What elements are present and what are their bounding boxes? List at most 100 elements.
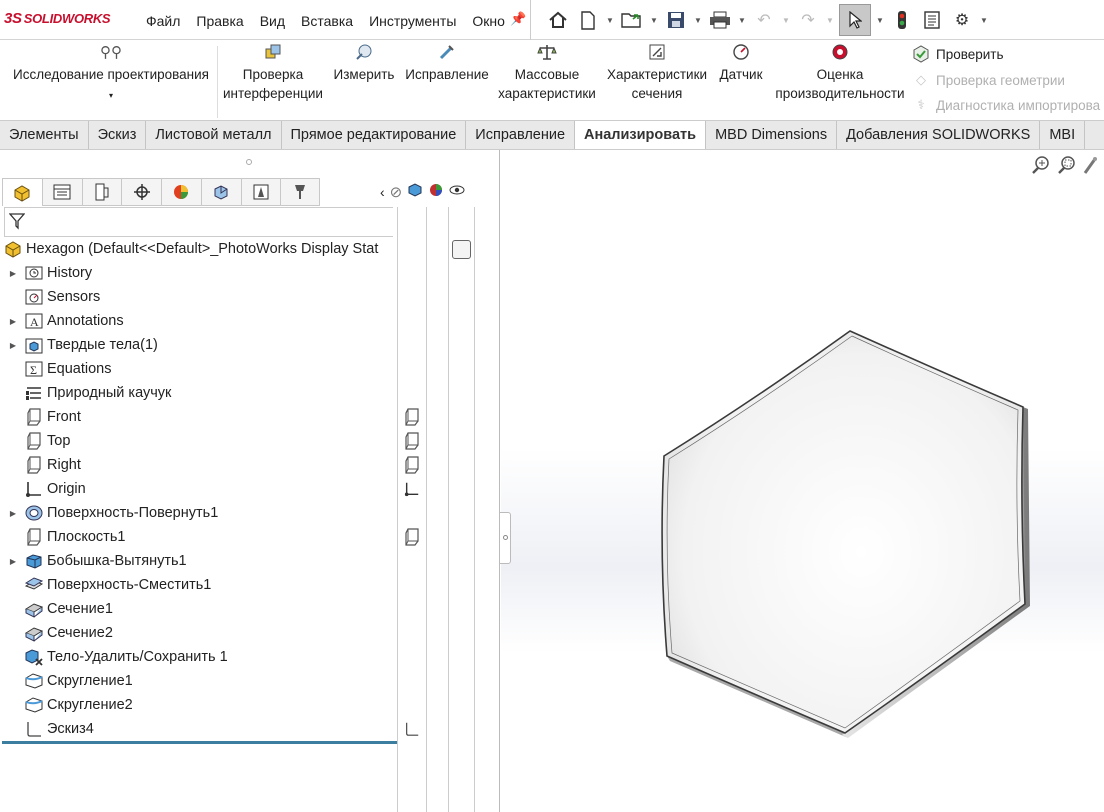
- pin-icon[interactable]: 📌: [510, 11, 526, 27]
- chevron-left-icon[interactable]: ‹: [380, 184, 385, 200]
- menu-file[interactable]: Файл: [146, 13, 180, 29]
- tab-direct-editing[interactable]: Прямое редактирование: [282, 121, 467, 149]
- repair-button[interactable]: Исправление: [403, 40, 491, 84]
- menu-insert[interactable]: Вставка: [301, 13, 353, 29]
- tree-item[interactable]: Тело-Удалить/Сохранить 1: [0, 645, 397, 669]
- mass-properties-button[interactable]: Массовые характеристики: [496, 40, 598, 103]
- chevron-down-icon[interactable]: ▼: [825, 16, 835, 25]
- chevron-down-icon[interactable]: ▼: [979, 16, 989, 25]
- open-folder-icon[interactable]: [619, 7, 645, 33]
- menu-window[interactable]: Окно: [472, 13, 505, 29]
- tree-item[interactable]: Сечение1: [0, 597, 397, 621]
- tree-filter-box[interactable]: [4, 207, 393, 237]
- sensor-button[interactable]: Датчик: [716, 40, 766, 84]
- interference-check-button[interactable]: Проверка интерференции: [220, 40, 326, 103]
- dimxpert-tab-icon[interactable]: [121, 178, 161, 206]
- section-properties-button[interactable]: Характеристики сечения: [603, 40, 711, 103]
- gear-icon[interactable]: ⚙: [949, 7, 975, 33]
- tree-item[interactable]: ▶ Поверхность-Повернуть1: [0, 501, 397, 525]
- expand-arrow-icon[interactable]: ▶: [7, 317, 19, 326]
- root-state-toggle[interactable]: [452, 240, 471, 259]
- tab-evaluate[interactable]: Анализировать: [575, 121, 707, 149]
- column-origin-icon[interactable]: [404, 479, 420, 499]
- tree-item[interactable]: ▶ History: [0, 261, 397, 285]
- expand-arrow-icon[interactable]: ▶: [7, 341, 19, 350]
- tab-sketch[interactable]: Эскиз: [89, 121, 147, 149]
- tree-item[interactable]: Right: [0, 453, 397, 477]
- tab-sheet-metal[interactable]: Листовой металл: [146, 121, 282, 149]
- solidworks-logo[interactable]: 3S SOLIDWORKS: [4, 10, 111, 27]
- configuration-manager-tab-icon[interactable]: [81, 178, 122, 206]
- hide-show-icon[interactable]: ⊘: [390, 183, 403, 201]
- tree-item[interactable]: Эскиз4: [0, 717, 397, 741]
- display-manager-tab-icon[interactable]: [161, 178, 201, 206]
- chevron-down-icon[interactable]: ▾: [8, 86, 214, 105]
- design-study-button[interactable]: ⚲⚲ Исследование проектирования ▾: [8, 40, 214, 105]
- graphics-viewport[interactable]: [499, 150, 1104, 812]
- tab-mbd[interactable]: MBI: [1040, 121, 1086, 149]
- chevron-down-icon[interactable]: ▼: [781, 16, 791, 25]
- menu-edit[interactable]: Правка: [196, 13, 243, 29]
- tree-item[interactable]: Sensors: [0, 285, 397, 309]
- tool-holder-tab-icon[interactable]: [280, 178, 320, 206]
- column-plane-icon[interactable]: [404, 527, 420, 547]
- print-icon[interactable]: [707, 7, 733, 33]
- menu-view[interactable]: Вид: [260, 13, 285, 29]
- menu-tools[interactable]: Инструменты: [369, 13, 456, 29]
- column-plane-icon[interactable]: [404, 407, 420, 427]
- chevron-down-icon[interactable]: ▼: [605, 16, 615, 25]
- tree-root-part[interactable]: Hexagon (Default<<Default>_PhotoWorks Di…: [0, 237, 397, 261]
- tree-item[interactable]: Top: [0, 429, 397, 453]
- measure-button[interactable]: Измерить: [332, 40, 396, 84]
- tab-solidworks-addins[interactable]: Добавления SOLIDWORKS: [837, 121, 1041, 149]
- performance-evaluation-button[interactable]: Оценка производительности: [772, 40, 908, 103]
- property-manager-tab-icon[interactable]: [41, 178, 82, 206]
- scene-view-icon[interactable]: [449, 182, 465, 202]
- tree-item[interactable]: Скругление2: [0, 693, 397, 717]
- tree-item[interactable]: Плоскость1: [0, 525, 397, 549]
- tab-repair[interactable]: Исправление: [466, 121, 576, 149]
- hexagon-top-face[interactable]: [661, 330, 1026, 734]
- chevron-down-icon[interactable]: ▼: [737, 16, 747, 25]
- panel-collapse-handle[interactable]: [499, 512, 511, 564]
- expand-arrow-icon[interactable]: ▶: [7, 557, 19, 566]
- hexagon-model-svg[interactable]: [501, 150, 1104, 812]
- tree-item[interactable]: Σ Equations: [0, 357, 397, 381]
- tree-item[interactable]: Front: [0, 405, 397, 429]
- tree-item[interactable]: Скругление1: [0, 669, 397, 693]
- appearance-icon[interactable]: [428, 182, 444, 202]
- expand-arrow-icon[interactable]: ▶: [7, 269, 19, 278]
- tree-item[interactable]: Origin: [0, 477, 397, 501]
- tree-item[interactable]: ▶ Бобышка-Вытянуть1: [0, 549, 397, 573]
- column-plane-icon[interactable]: [404, 455, 420, 475]
- chevron-down-icon[interactable]: ▼: [649, 16, 659, 25]
- expand-arrow-icon[interactable]: ▶: [7, 509, 19, 518]
- tree-item[interactable]: ▶ A Annotations: [0, 309, 397, 333]
- home-icon[interactable]: [545, 7, 571, 33]
- file-properties-icon[interactable]: [919, 7, 945, 33]
- save-icon[interactable]: [663, 7, 689, 33]
- chevron-down-icon[interactable]: ▼: [875, 16, 885, 25]
- new-document-icon[interactable]: [575, 7, 601, 33]
- chevron-down-icon[interactable]: ▼: [693, 16, 703, 25]
- view-cube-icon[interactable]: [407, 182, 423, 202]
- panel-resize-handle[interactable]: [246, 159, 252, 165]
- select-pointer-icon[interactable]: [839, 4, 871, 36]
- column-plane-icon[interactable]: [404, 431, 420, 451]
- tab-features[interactable]: Элементы: [0, 121, 89, 149]
- filter-funnel-icon[interactable]: [8, 212, 26, 235]
- tree-item[interactable]: Природный каучук: [0, 381, 397, 405]
- import-diagnostics-button[interactable]: ⚕ Диагностика импортирова: [912, 96, 1100, 114]
- tab-mbd-dimensions[interactable]: MBD Dimensions: [706, 121, 838, 149]
- tree-item[interactable]: Сечение2: [0, 621, 397, 645]
- feature-manager-tab-icon[interactable]: [2, 178, 42, 206]
- tree-item[interactable]: ▶ Твердые тела(1): [0, 333, 397, 357]
- check-button[interactable]: Проверить: [912, 45, 1004, 63]
- rollback-bar[interactable]: [2, 741, 397, 744]
- redo-icon[interactable]: ↷: [795, 7, 821, 33]
- simulation-tab-icon[interactable]: [240, 178, 281, 206]
- column-sketch-icon[interactable]: [404, 719, 420, 739]
- geometry-check-button[interactable]: ◇ Проверка геометрии: [912, 71, 1065, 89]
- tree-item[interactable]: Поверхность-Сместить1: [0, 573, 397, 597]
- rebuild-icon[interactable]: [889, 7, 915, 33]
